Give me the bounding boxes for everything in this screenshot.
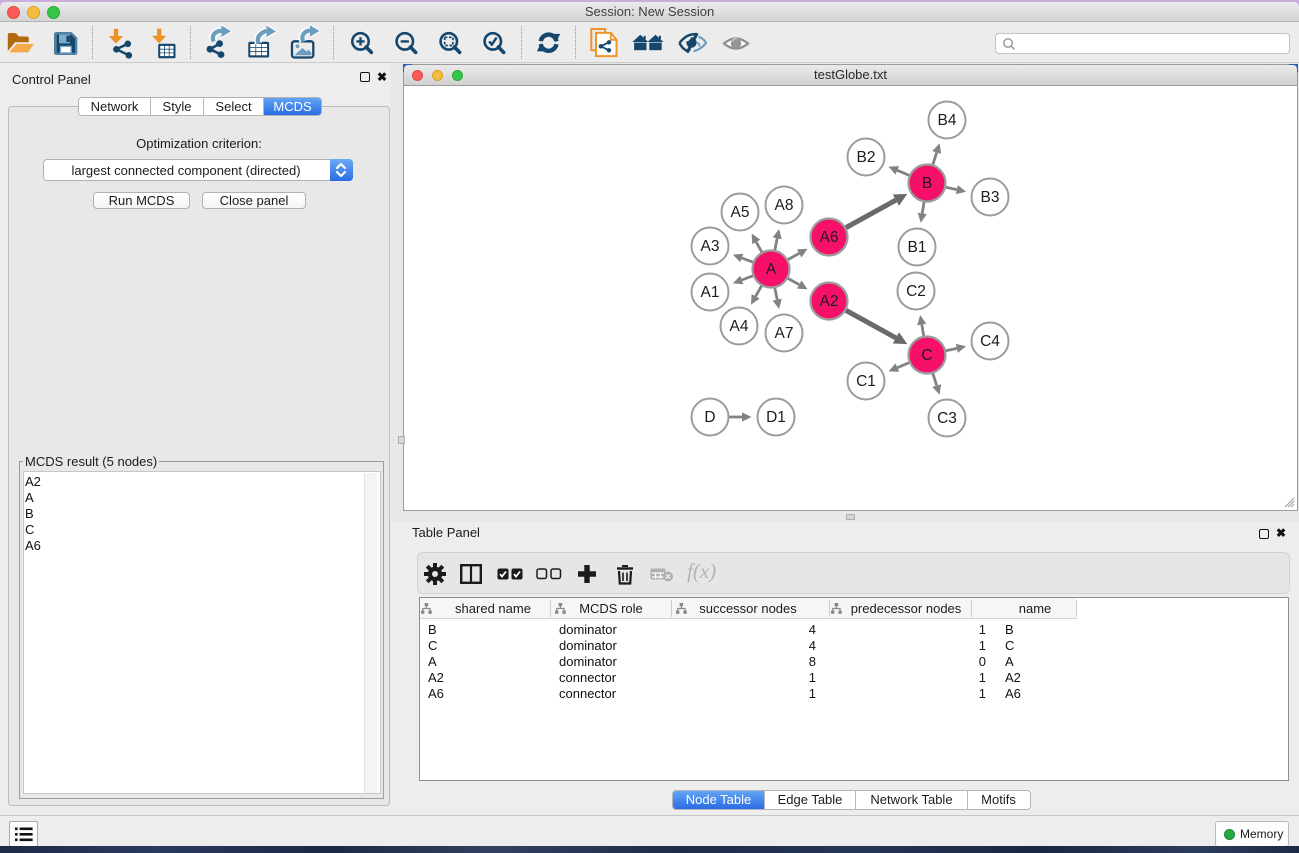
svg-text:C: C (921, 347, 932, 364)
svg-text:A: A (766, 261, 777, 278)
svg-text:D: D (704, 409, 715, 426)
svg-text:B3: B3 (981, 189, 1000, 206)
svg-text:C3: C3 (937, 410, 957, 427)
svg-text:C2: C2 (906, 283, 926, 300)
svg-text:B: B (922, 175, 932, 192)
svg-text:D1: D1 (766, 409, 786, 426)
svg-text:A1: A1 (701, 284, 720, 301)
svg-text:B4: B4 (938, 112, 957, 129)
svg-text:A5: A5 (731, 204, 750, 221)
svg-text:B1: B1 (908, 239, 927, 256)
svg-text:A4: A4 (730, 318, 749, 335)
svg-text:A3: A3 (701, 238, 720, 255)
svg-text:A2: A2 (820, 293, 839, 310)
svg-text:A7: A7 (775, 325, 794, 342)
svg-text:B2: B2 (857, 149, 876, 166)
svg-text:A6: A6 (820, 229, 839, 246)
svg-text:C4: C4 (980, 333, 1000, 350)
svg-text:A8: A8 (775, 197, 794, 214)
svg-text:C1: C1 (856, 373, 876, 390)
